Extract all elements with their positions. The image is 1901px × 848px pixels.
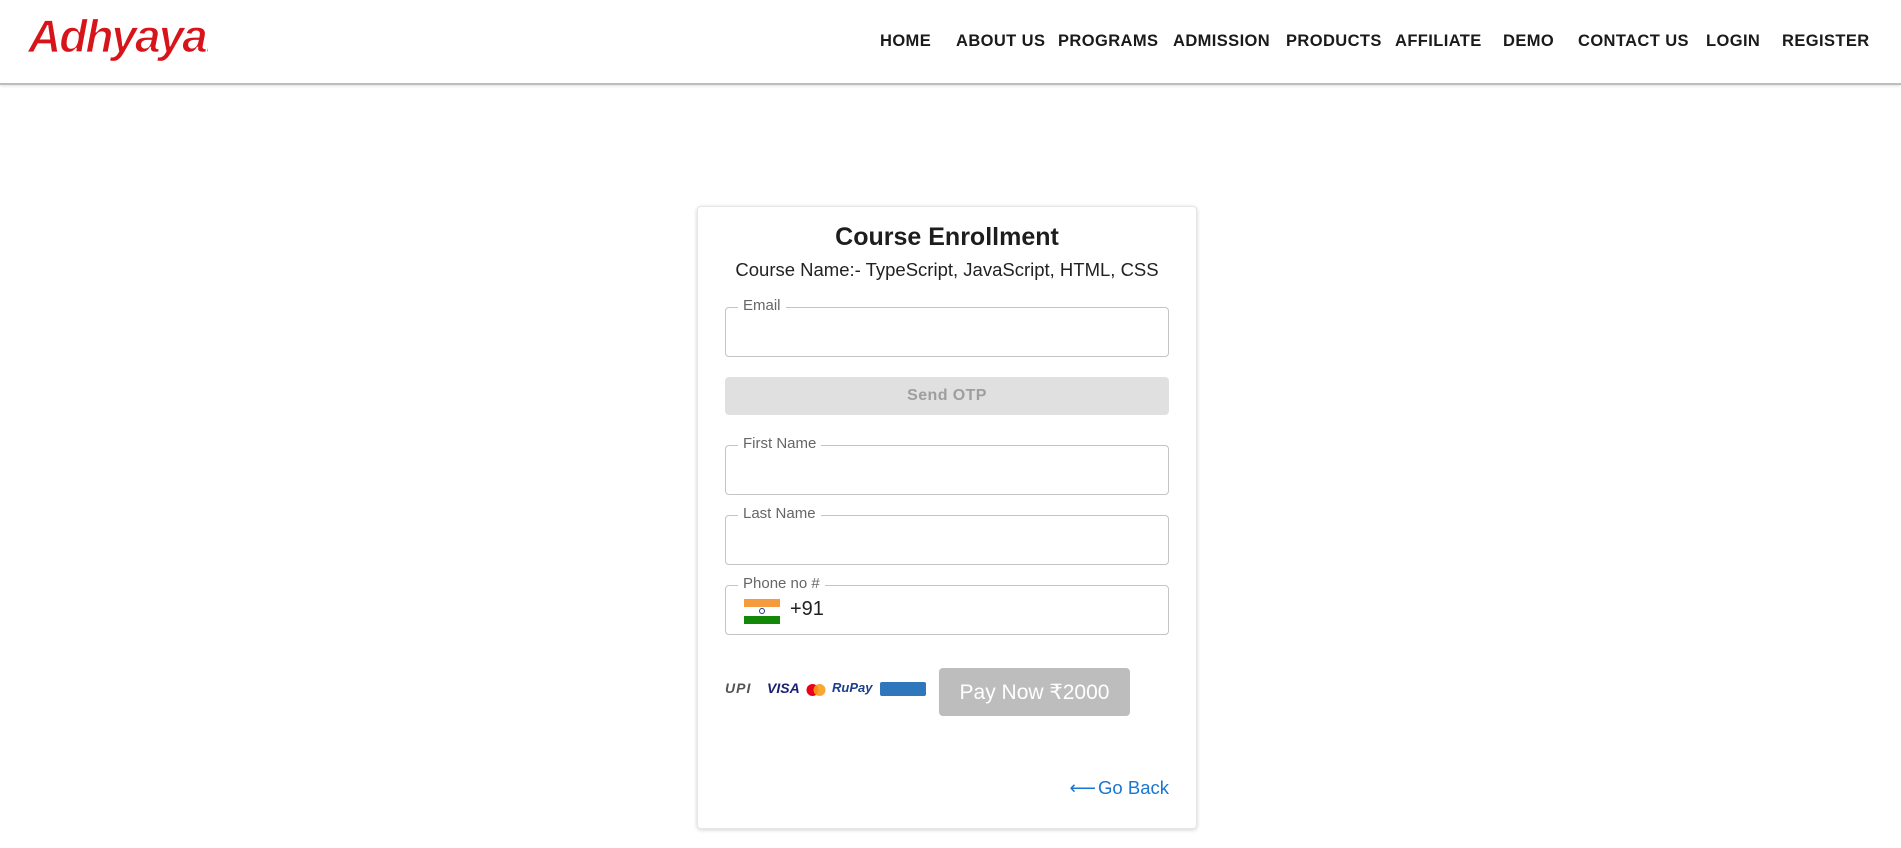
payment-logos: UPI VISA RuPay [725, 680, 926, 700]
upi-logo: UPI [725, 680, 752, 696]
pay-now-button[interactable]: Pay Now ₹2000 [939, 668, 1130, 716]
visa-logo: VISA [767, 680, 800, 696]
nav-demo[interactable]: DEMO [1503, 32, 1554, 51]
last-name-label: Last Name [738, 505, 821, 522]
go-back-link[interactable]: ⟵ Go Back [1070, 777, 1169, 799]
main-nav: HOME ABOUT US PROGRAMS ADMISSION PRODUCT… [0, 0, 1901, 83]
first-name-field[interactable]: First Name [725, 435, 1169, 495]
email-label: Email [738, 297, 786, 314]
nav-affiliate[interactable]: AFFILIATE [1395, 32, 1482, 51]
nav-products[interactable]: PRODUCTS [1286, 32, 1382, 51]
email-field[interactable]: Email [725, 297, 1169, 357]
nav-register[interactable]: REGISTER [1782, 32, 1870, 51]
nav-about-us[interactable]: ABOUT US [956, 32, 1045, 51]
enrollment-card: Course Enrollment Course Name:- TypeScri… [697, 206, 1197, 829]
last-name-field[interactable]: Last Name [725, 505, 1169, 565]
nav-login[interactable]: LOGIN [1706, 32, 1760, 51]
course-name: Course Name:- TypeScript, JavaScript, HT… [735, 259, 1159, 280]
first-name-label: First Name [738, 435, 822, 452]
nav-admission[interactable]: ADMISSION [1173, 32, 1270, 51]
rupay-logo: RuPay [832, 680, 873, 695]
amex-icon [880, 682, 926, 696]
send-otp-button[interactable]: Send OTP [725, 377, 1169, 415]
last-name-input[interactable] [738, 526, 1158, 554]
site-header: Adhyayan HOME ABOUT US PROGRAMS ADMISSIO… [0, 0, 1901, 85]
dial-code: +91 [790, 598, 824, 620]
nav-contact-us[interactable]: CONTACT US [1578, 32, 1689, 51]
email-input[interactable] [738, 318, 1158, 346]
phone-field[interactable]: Phone no # +91 [725, 575, 1169, 635]
first-name-input[interactable] [738, 456, 1158, 484]
nav-home[interactable]: HOME [880, 32, 931, 51]
phone-label: Phone no # [738, 575, 825, 592]
india-flag-icon[interactable] [744, 599, 780, 624]
mastercard-icon [806, 684, 826, 696]
go-back-label: Go Back [1098, 777, 1169, 798]
nav-programs[interactable]: PROGRAMS [1058, 32, 1158, 51]
arrow-left-icon: ⟵ [1069, 777, 1097, 798]
form-title: Course Enrollment [835, 223, 1059, 251]
